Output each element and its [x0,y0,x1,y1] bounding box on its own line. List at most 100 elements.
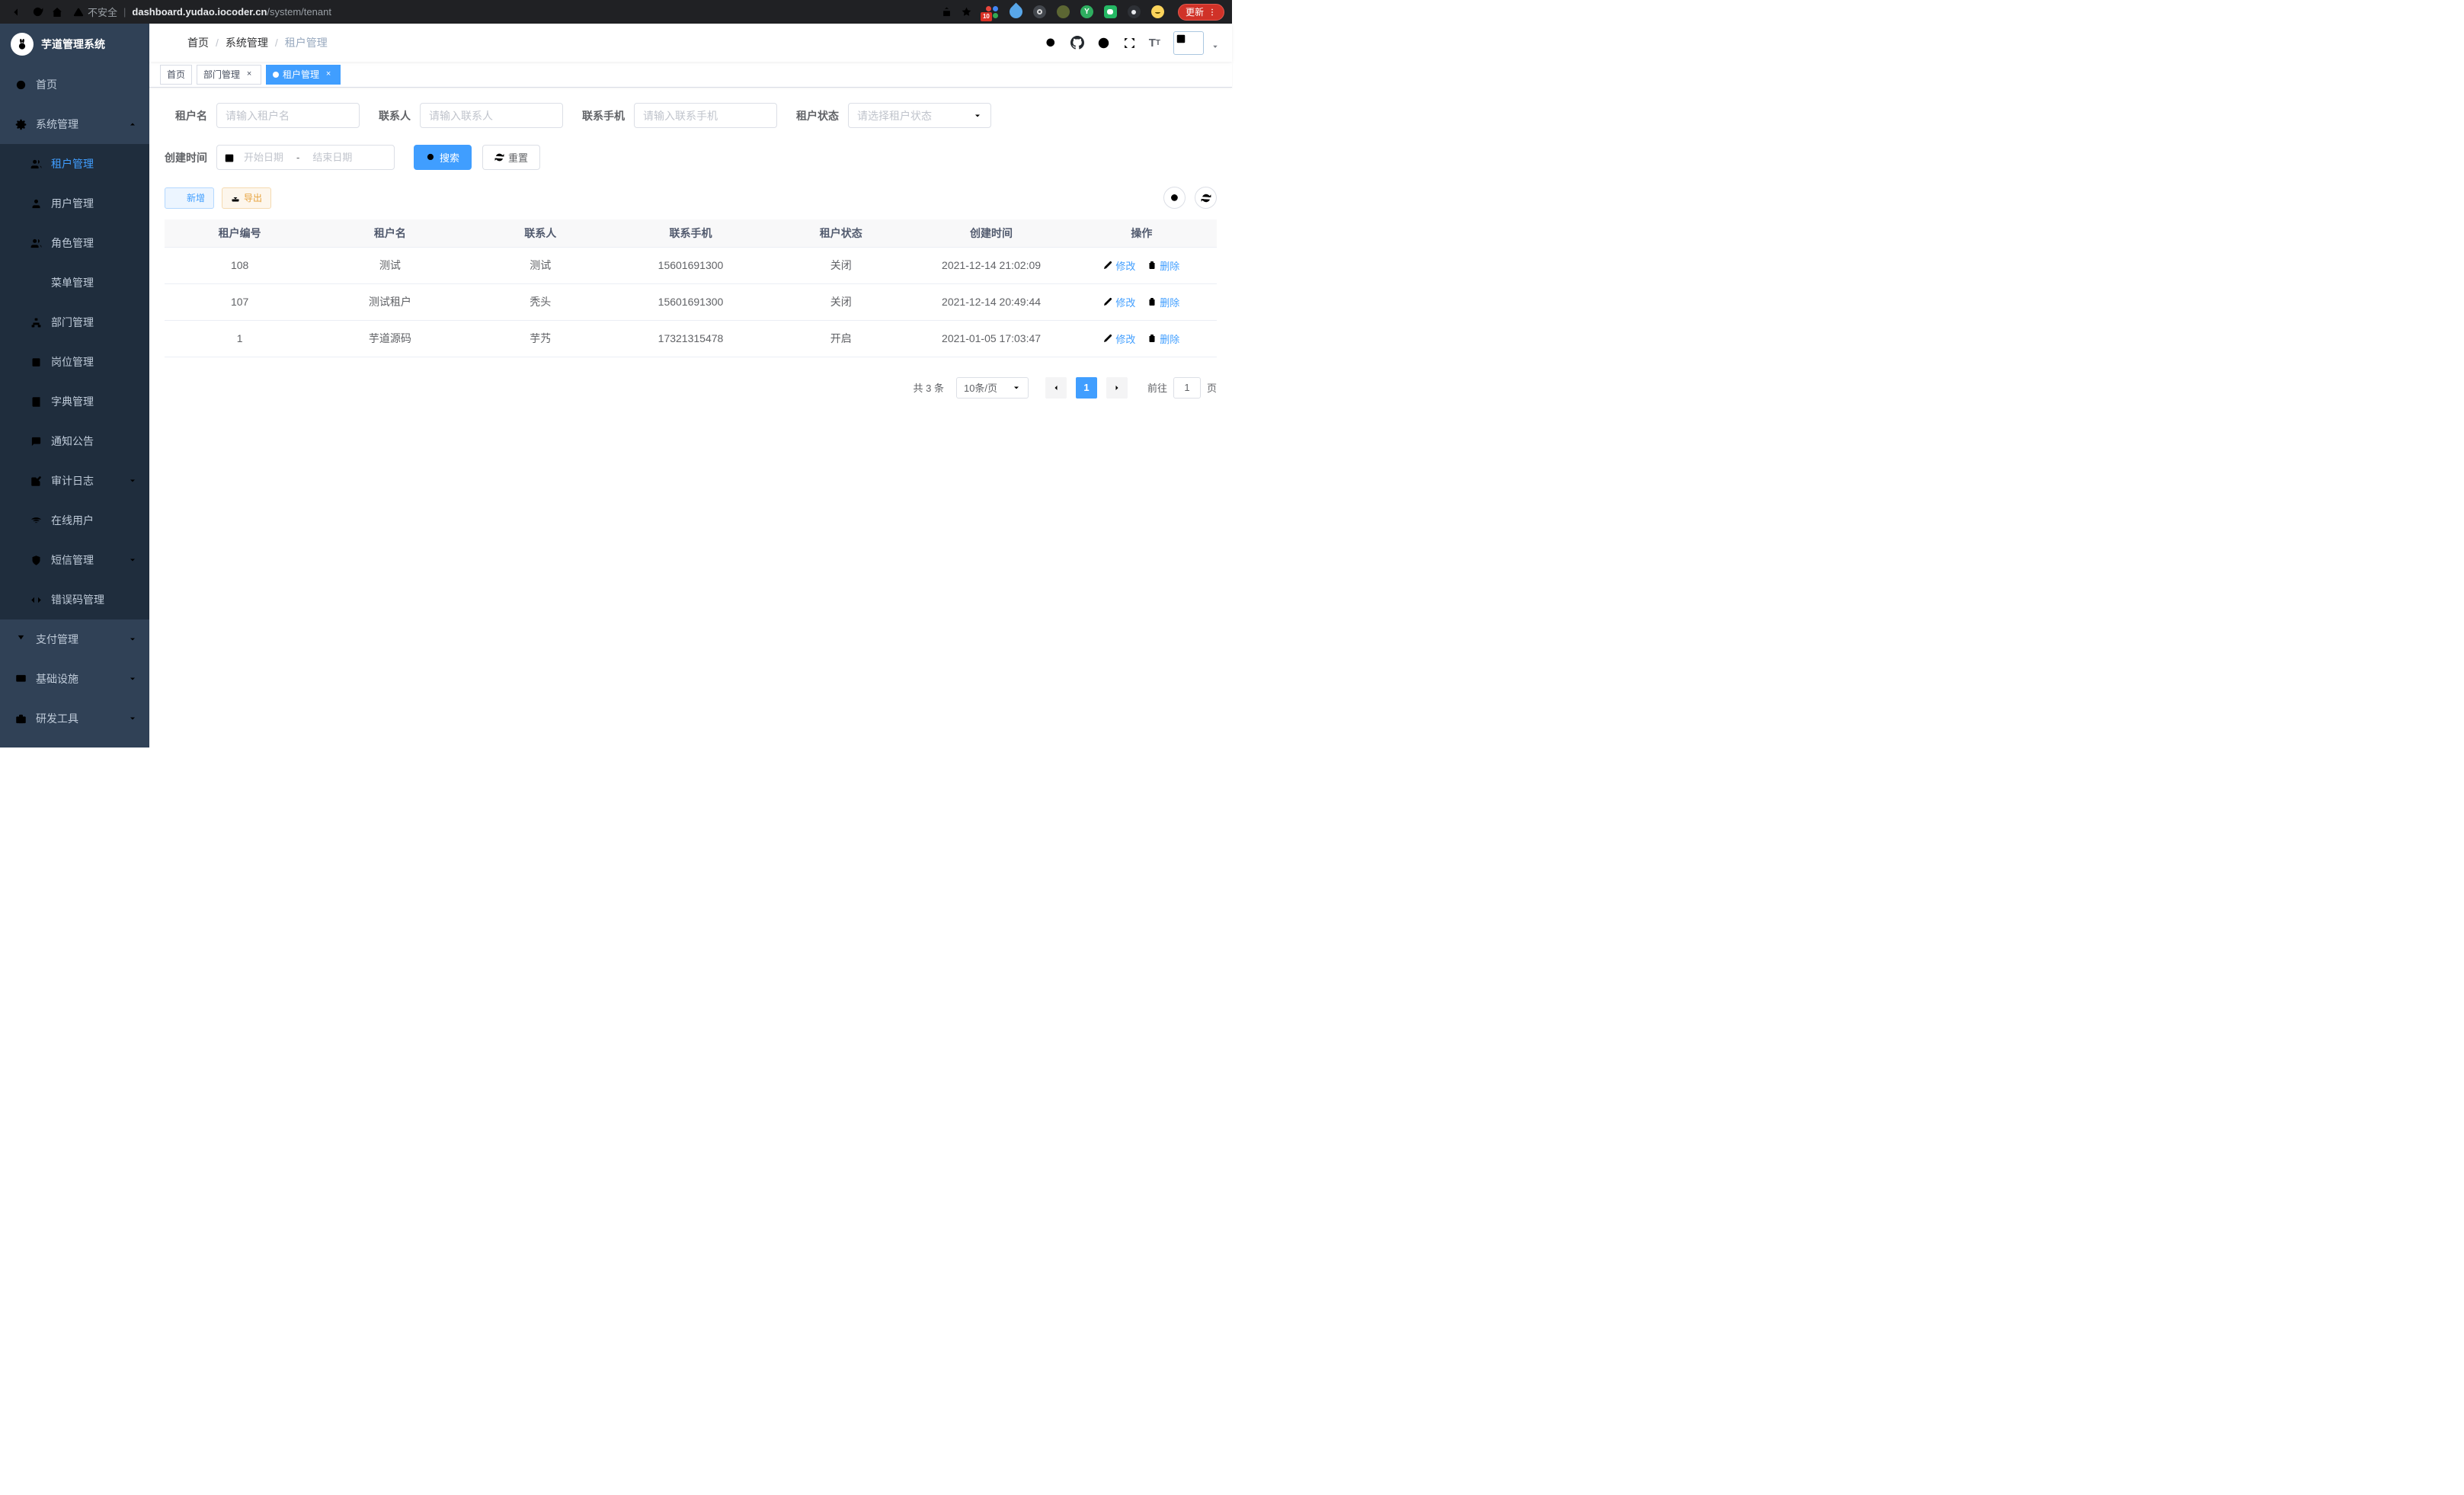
pagination: 共 3 条 10条/页 1 前往 页 [165,377,1217,399]
total-count: 共 3 条 [914,380,944,395]
help-button[interactable] [1097,37,1110,50]
goto-suffix: 页 [1207,380,1217,395]
table-row[interactable]: 1 芋道源码 芋艿 17321315478 开启 2021-01-05 17:0… [165,320,1217,357]
sidebar-item-tenant[interactable]: 租户管理 [0,144,149,184]
delete-link[interactable]: 删除 [1147,331,1179,346]
browser-reload-button[interactable] [27,2,47,22]
sidebar-item-error-code[interactable]: 错误码管理 [0,580,149,619]
extension-dark-icon[interactable] [1033,5,1046,18]
date-range-picker[interactable]: - [216,145,395,170]
chevron-left-icon [1051,383,1061,392]
sidebar-item-post[interactable]: 岗位管理 [0,342,149,382]
mobile-label: 联系手机 [582,108,625,123]
sidebar-item-system[interactable]: 系统管理 [0,104,149,144]
tag-tenant[interactable]: 租户管理 × [266,65,341,85]
question-icon [1097,37,1110,50]
sidebar-item-role[interactable]: 角色管理 [0,223,149,263]
security-indicator[interactable]: 不安全 [73,5,117,19]
user-avatar[interactable] [1173,31,1204,55]
profile-avatar[interactable] [1151,5,1164,18]
share-button[interactable] [937,2,957,22]
edit-icon [1103,261,1112,270]
header-search-button[interactable] [1045,37,1058,50]
tag-home[interactable]: 首页 [160,65,192,85]
sidebar-item-label: 基础设施 [36,671,119,687]
browser-back-button[interactable] [8,2,27,22]
sidebar-item-user[interactable]: 用户管理 [0,184,149,223]
sidebar-item-devtools[interactable]: 研发工具 [0,699,149,738]
avatar-caret-icon[interactable] [1211,41,1220,55]
browser-update-button[interactable]: 更新 [1178,4,1224,21]
sidebar-item-home[interactable]: 首页 [0,65,149,104]
end-date-input[interactable] [305,152,360,163]
th-contact: 联系人 [466,219,616,247]
extension-colordots-icon[interactable]: 10 [986,5,999,18]
sidebar-item-label: 部门管理 [51,315,137,330]
table-row[interactable]: 108 测试 测试 15601691300 关闭 2021-12-14 21:0… [165,247,1217,283]
sidebar-item-sms[interactable]: 短信管理 [0,540,149,580]
contact-input[interactable] [429,110,554,122]
breadcrumb-item-home[interactable]: 首页 [187,35,209,50]
th-status: 租户状态 [766,219,916,247]
page-content: 租户名 联系人 联系手机 [149,88,1232,748]
sidebar-item-online-users[interactable]: 在线用户 [0,501,149,540]
sidebar-toggle-button[interactable] [162,36,175,50]
extension-paw-icon[interactable] [1128,5,1141,18]
delete-link[interactable]: 删除 [1147,258,1179,273]
delete-link[interactable]: 删除 [1147,295,1179,309]
edit-link[interactable]: 修改 [1103,258,1135,273]
page-button-1[interactable]: 1 [1076,377,1097,399]
sidebar-item-audit-log[interactable]: 审计日志 [0,461,149,501]
fullscreen-button[interactable] [1123,37,1136,50]
goto-page-input[interactable] [1173,377,1201,399]
extension-olive-icon[interactable] [1057,5,1070,18]
prev-page-button[interactable] [1045,377,1067,399]
url-host: dashboard.yudao.iocoder.cn [132,6,267,18]
browser-home-button[interactable] [47,2,67,22]
bookmark-star-button[interactable] [957,2,977,22]
address-bar[interactable]: 不安全 | dashboard.yudao.iocoder.cn/system/… [67,5,937,19]
extension-green-y-icon[interactable]: Y [1080,5,1093,18]
sidebar-item-menu[interactable]: 菜单管理 [0,263,149,303]
next-page-button[interactable] [1106,377,1128,399]
add-button[interactable]: 新增 [165,187,214,209]
tag-dept[interactable]: 部门管理 × [197,65,261,85]
th-tenant-name: 租户名 [315,219,465,247]
status-select[interactable] [848,103,991,128]
github-button[interactable] [1070,36,1084,50]
briefcase-icon [15,713,27,725]
extension-drop-icon[interactable] [1006,2,1025,21]
chevron-down-icon [1012,383,1021,392]
sidebar-item-payment[interactable]: 支付管理 [0,619,149,659]
page-size-select[interactable]: 10条/页 [956,377,1029,399]
close-icon[interactable]: × [244,69,254,80]
sidebar-item-dict[interactable]: 字典管理 [0,382,149,421]
edit-link[interactable]: 修改 [1103,331,1135,346]
table-row[interactable]: 107 测试租户 秃头 15601691300 关闭 2021-12-14 20… [165,283,1217,320]
font-size-button[interactable]: TT [1149,37,1160,50]
breadcrumb-item-system[interactable]: 系统管理 [226,35,268,50]
url-path: /system/tenant [267,6,331,18]
sidebar-item-notice[interactable]: 通知公告 [0,421,149,461]
toggle-search-button[interactable] [1163,187,1186,209]
reset-button[interactable]: 重置 [482,145,540,170]
app-logo[interactable]: 芋道管理系统 [0,24,149,65]
status-select-input[interactable] [857,110,973,122]
browser-chrome: 不安全 | dashboard.yudao.iocoder.cn/system/… [0,0,1232,24]
tags-view: 首页 部门管理 × 租户管理 × [149,62,1232,88]
extension-chat-icon[interactable] [1104,5,1117,18]
refresh-table-button[interactable] [1195,187,1217,209]
close-icon[interactable]: × [323,69,334,80]
sidebar-item-dept[interactable]: 部门管理 [0,303,149,342]
search-button[interactable]: 搜索 [414,145,472,170]
mobile-input[interactable] [643,110,768,122]
edit-link[interactable]: 修改 [1103,295,1135,309]
sidebar-item-infra[interactable]: 基础设施 [0,659,149,699]
right-toolbar [1163,187,1217,209]
start-date-input[interactable] [236,152,291,163]
sidebar-item-label: 支付管理 [36,632,119,647]
chevron-up-icon [128,120,137,129]
tenant-name-input[interactable] [226,110,350,122]
back-icon [11,6,24,18]
export-button[interactable]: 导出 [222,187,271,209]
